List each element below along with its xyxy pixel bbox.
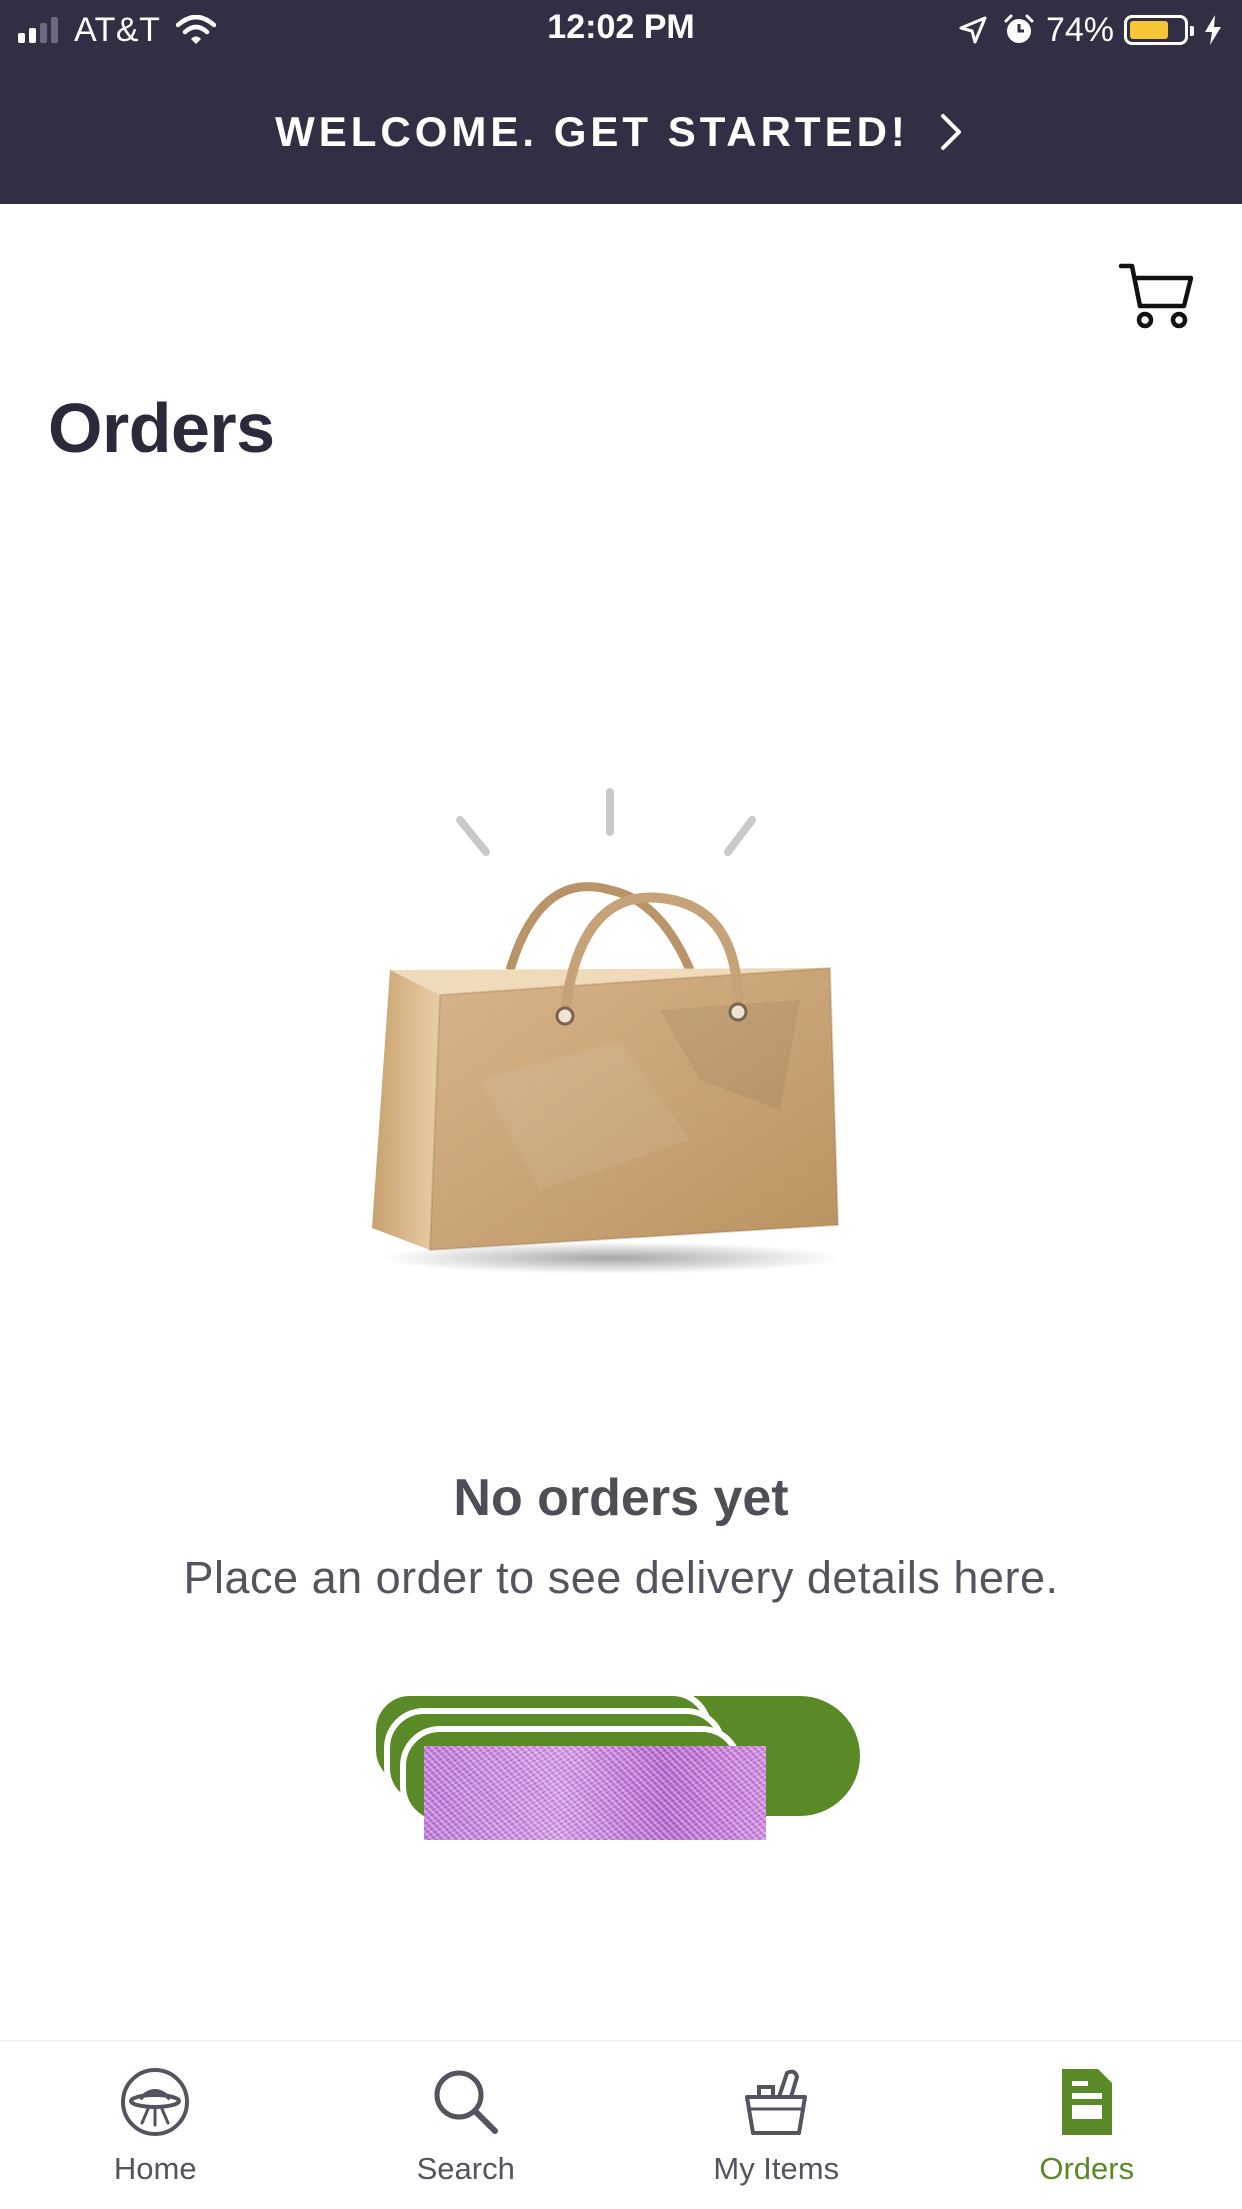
empty-state-cta — [360, 1688, 880, 1848]
battery-percent: 74% — [1046, 11, 1114, 50]
ufo-icon — [118, 2065, 192, 2139]
status-bar: AT&T 12:02 PM 74% — [0, 0, 1242, 60]
tab-orders[interactable]: Orders — [932, 2041, 1242, 2209]
shopping-bag-icon — [360, 780, 860, 1300]
empty-state-subtext: Place an order to see delivery details h… — [0, 1552, 1242, 1604]
welcome-banner-label: WELCOME. GET STARTED! — [275, 108, 909, 156]
tab-bar: Home Search My Items Orders — [0, 2040, 1242, 2209]
search-icon — [429, 2065, 503, 2139]
battery-icon — [1124, 15, 1188, 45]
chevron-right-icon — [935, 112, 967, 152]
tab-label: Home — [0, 2151, 311, 2187]
empty-state-heading: No orders yet — [0, 1468, 1242, 1528]
charging-icon — [1202, 14, 1224, 46]
cart-icon[interactable] — [1118, 260, 1196, 332]
tab-label: Orders — [932, 2151, 1242, 2187]
orders-document-icon — [1050, 2065, 1124, 2139]
location-icon — [958, 15, 988, 45]
grocery-basket-icon — [739, 2065, 813, 2139]
tab-label: Search — [311, 2151, 622, 2187]
tab-home[interactable]: Home — [0, 2041, 311, 2209]
status-right: 74% — [958, 10, 1224, 50]
redacted-label — [424, 1746, 766, 1840]
tab-label: My Items — [621, 2151, 932, 2187]
alarm-icon — [1002, 13, 1036, 47]
tab-search[interactable]: Search — [311, 2041, 622, 2209]
tab-my-items[interactable]: My Items — [621, 2041, 932, 2209]
welcome-banner[interactable]: WELCOME. GET STARTED! — [0, 60, 1242, 204]
page-title: Orders — [48, 388, 275, 468]
